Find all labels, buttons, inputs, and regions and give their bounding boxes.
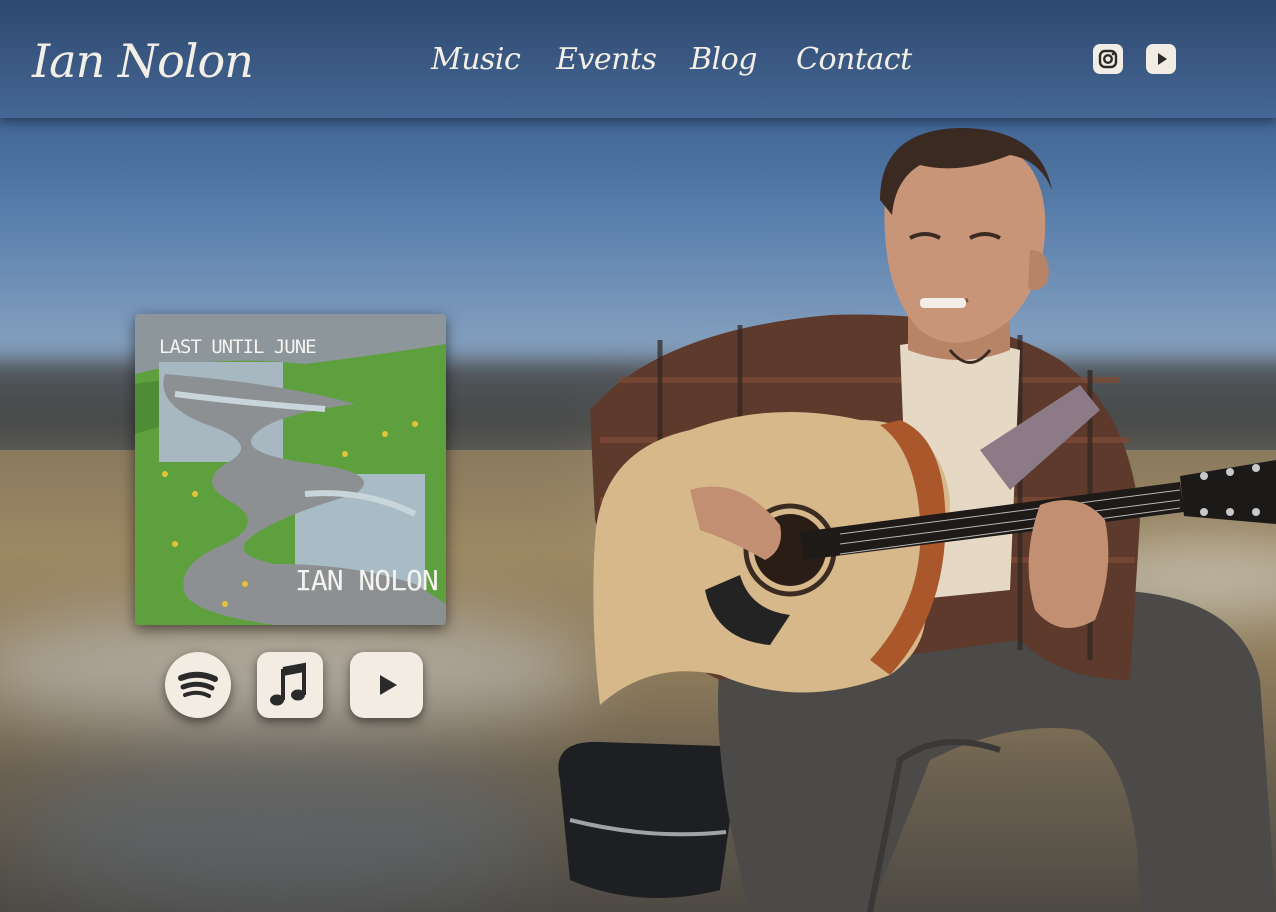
spotify-icon [178, 671, 218, 698]
youtube-icon[interactable] [1146, 44, 1176, 74]
instagram-icon[interactable] [1093, 44, 1123, 74]
musician-photo [558, 128, 1276, 912]
album-artist: IAN NOLON [295, 564, 439, 597]
youtube-play-icon [380, 675, 397, 695]
site-header: Ian Nolon Music Events Blog Contact [0, 0, 1276, 118]
album-cover[interactable]: LAST UNTIL JUNE IAN NOLON [135, 314, 446, 625]
album-title: LAST UNTIL JUNE [159, 336, 317, 358]
nav-events[interactable]: Events [556, 42, 657, 77]
nav-contact[interactable]: Contact [796, 42, 912, 77]
apple-music-button[interactable] [257, 652, 323, 718]
snow-patch [20, 750, 540, 910]
youtube-play-button[interactable] [350, 652, 423, 718]
nav-blog[interactable]: Blog [690, 42, 757, 77]
apple-music-icon [270, 662, 306, 706]
spotify-button[interactable] [165, 652, 231, 718]
main-nav: Music Events Blog Contact [0, 42, 1276, 82]
nav-music[interactable]: Music [431, 42, 521, 77]
